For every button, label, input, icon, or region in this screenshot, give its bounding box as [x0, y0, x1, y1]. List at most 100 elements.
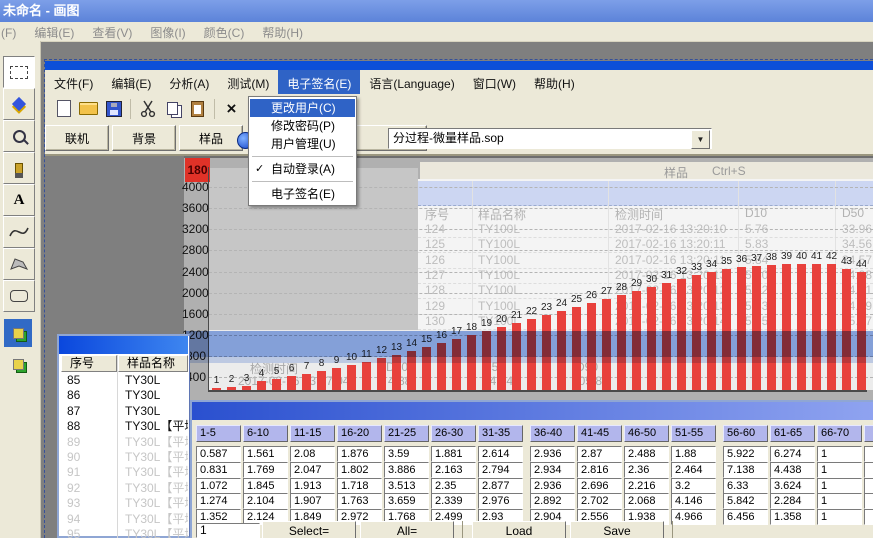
delete-icon[interactable]: ×: [220, 97, 243, 120]
table-cell[interactable]: 2.047: [290, 462, 335, 478]
range-column-header[interactable]: 61-65: [770, 425, 815, 442]
table-cell[interactable]: 4.438: [770, 462, 815, 478]
table-cell[interactable]: 2.216: [624, 478, 669, 494]
table-cell[interactable]: 1: [817, 478, 862, 494]
table-cell[interactable]: 2.464: [671, 462, 716, 478]
list-item[interactable]: 87TY30L: [59, 404, 188, 419]
table-cell[interactable]: 2.934: [530, 462, 575, 478]
range-column-header[interactable]: 6-10: [243, 425, 288, 442]
menu-item-修改密码(P)[interactable]: 修改密码(P): [250, 117, 355, 135]
table-cell[interactable]: 2.488: [624, 446, 669, 462]
list-item[interactable]: 86TY30L: [59, 388, 188, 403]
app-menu-item[interactable]: 编辑(E): [102, 70, 160, 94]
menu-item-电子签名(E)[interactable]: 电子签名(E): [250, 185, 355, 203]
table-cell[interactable]: 2.163: [431, 462, 476, 478]
paint-menu-item[interactable]: 帮助(H): [253, 22, 312, 43]
list-item[interactable]: 85TY30L: [59, 373, 188, 388]
distribution-title-bar[interactable]: [192, 402, 873, 420]
app-menu-item[interactable]: 窗口(W): [464, 70, 525, 94]
save-icon[interactable]: [102, 97, 125, 120]
range-column-header[interactable]: 41-45: [577, 425, 622, 442]
table-cell[interactable]: 2.87: [577, 446, 622, 462]
table-cell[interactable]: 6.33: [723, 478, 768, 494]
table-cell[interactable]: 1.769: [243, 462, 288, 478]
table-cell[interactable]: 0.587: [196, 446, 241, 462]
list-item[interactable]: 91TY30L【平均】: [59, 465, 188, 480]
table-cell[interactable]: 2.976: [478, 493, 523, 509]
table-cell[interactable]: 1.845: [243, 478, 288, 494]
table-cell[interactable]: 1.274: [196, 493, 241, 509]
table-cell[interactable]: 1.718: [337, 478, 382, 494]
table-cell[interactable]: 0.831: [196, 462, 241, 478]
table-cell[interactable]: 1.907: [290, 493, 335, 509]
sample-list-title-bar[interactable]: [59, 336, 188, 354]
table-cell[interactable]: 1.561: [243, 446, 288, 462]
table-cell[interactable]: 2.284: [770, 493, 815, 509]
count-input[interactable]: 1: [196, 523, 260, 538]
list-item[interactable]: 95TY30L【平均】: [59, 527, 188, 538]
paint-menu-item[interactable]: 编辑(E): [25, 22, 83, 43]
fill-tool[interactable]: [3, 88, 35, 120]
cut-icon[interactable]: [136, 97, 159, 120]
table-cell[interactable]: 2.816: [577, 462, 622, 478]
table-cell[interactable]: 1: [817, 446, 862, 462]
table-cell[interactable]: 3.624: [770, 478, 815, 494]
table-cell[interactable]: 2.892: [530, 493, 575, 509]
table-cell[interactable]: 1.913: [290, 478, 335, 494]
control-button-Save[interactable]: Save: [570, 521, 664, 538]
table-cell[interactable]: 5.922: [723, 446, 768, 462]
app-menu-item[interactable]: 分析(A): [160, 70, 218, 94]
table-cell[interactable]: 1.88: [671, 446, 716, 462]
table-cell[interactable]: 4.146: [671, 493, 716, 509]
table-cell[interactable]: 2.339: [431, 493, 476, 509]
table-cell[interactable]: 2.936: [530, 446, 575, 462]
paint-menu-item[interactable]: 颜色(C): [195, 22, 254, 43]
menu-item-自动登录(A)[interactable]: 自动登录(A)✓: [250, 160, 355, 178]
paste-icon[interactable]: [186, 97, 209, 120]
table-cell[interactable]: 2.877: [478, 478, 523, 494]
app-menu-item-open[interactable]: 电子签名(E): [278, 70, 360, 94]
range-column-header[interactable]: 31-35: [478, 425, 523, 442]
copy-icon[interactable]: [161, 97, 184, 120]
table-cell[interactable]: 2.794: [478, 462, 523, 478]
table-cell[interactable]: 3.659: [384, 493, 429, 509]
table-cell[interactable]: 2.936: [530, 478, 575, 494]
table-cell[interactable]: 1.358: [770, 509, 815, 525]
table-cell[interactable]: 5.842: [723, 493, 768, 509]
range-column-header[interactable]: 21-25: [384, 425, 429, 442]
curve-tool[interactable]: [3, 216, 35, 248]
list-item[interactable]: 88TY30L【平均】: [59, 419, 188, 434]
table-cell[interactable]: 1.763: [337, 493, 382, 509]
range-column-header[interactable]: 16-20: [337, 425, 382, 442]
menu-item-用户管理(U)[interactable]: 用户管理(U): [250, 135, 355, 153]
range-column-header[interactable]: 51-55: [671, 425, 716, 442]
table-cell[interactable]: 1.881: [431, 446, 476, 462]
list-item[interactable]: 93TY30L【平均】: [59, 496, 188, 511]
table-cell[interactable]: 2.696: [577, 478, 622, 494]
chevron-down-icon[interactable]: ▼: [691, 130, 710, 149]
table-cell[interactable]: 1.802: [337, 462, 382, 478]
menu-item-更改用户(C)[interactable]: 更改用户(C): [250, 99, 355, 117]
range-column-header[interactable]: 66-70: [817, 425, 862, 442]
list-item[interactable]: 92TY30L【平均】: [59, 481, 188, 496]
table-cell[interactable]: 1.072: [196, 478, 241, 494]
control-button-Load[interactable]: Load: [472, 521, 566, 538]
table-cell[interactable]: 2.36: [624, 462, 669, 478]
text-tool[interactable]: A: [3, 184, 35, 216]
table-cell[interactable]: 6.274: [770, 446, 815, 462]
sop-combo-box[interactable]: 分过程-微量样品.sop ▼: [388, 128, 712, 149]
table-cell[interactable]: 2.702: [577, 493, 622, 509]
list-item[interactable]: 90TY30L【平均】: [59, 450, 188, 465]
range-column-header[interactable]: 1-5: [196, 425, 241, 442]
range-column-header[interactable]: 56-60: [723, 425, 768, 442]
table-cell[interactable]: 1: [817, 493, 862, 509]
app-menu-item[interactable]: 帮助(H): [525, 70, 584, 94]
select-tool[interactable]: [3, 56, 35, 88]
paint-menu-item[interactable]: 查看(V): [83, 22, 141, 43]
table-cell[interactable]: 1: [817, 509, 862, 525]
new-document-icon[interactable]: [52, 97, 75, 120]
table-cell[interactable]: 3.513: [384, 478, 429, 494]
table-cell[interactable]: 2.35: [431, 478, 476, 494]
range-column-header[interactable]: 26-30: [431, 425, 476, 442]
app-menu-item[interactable]: 测试(M): [218, 70, 278, 94]
